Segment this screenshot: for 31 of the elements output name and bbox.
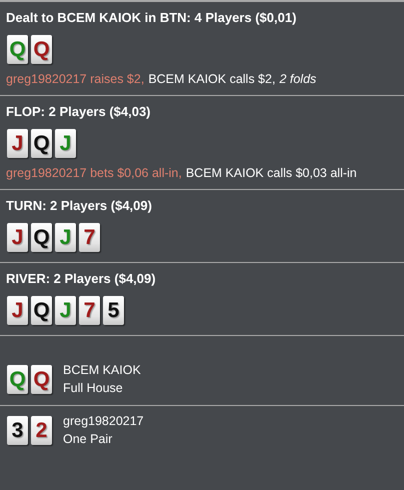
playing-card: 7 [79,296,100,325]
action-text: greg19820217 bets $0,06 all-in, [6,165,182,181]
playing-card: 7 [79,223,100,252]
playing-card: 3 [7,416,28,444]
street-heading: RIVER: 2 Players ($4,09) [6,271,157,287]
playing-card: J [55,296,76,325]
action-text: greg19820217 raises $2, [6,71,144,87]
playing-card: 2 [31,416,52,444]
playing-card: J [7,296,28,325]
player-name: BCEM KAIOK [63,362,141,379]
playing-card: J [7,223,28,252]
street-heading: FLOP: 2 Players ($4,03) [6,104,152,120]
playing-card: Q [7,35,28,64]
street-heading: Dealt to BCEM KAIOK in BTN: 4 Players ($0,01) [6,10,298,26]
hand-name: One Pair [63,431,114,448]
playing-card: 5 [103,296,124,325]
street-heading: TURN: 2 Players ($4,09) [6,198,153,214]
playing-card: J [55,129,76,158]
action-text: 2 folds [279,71,316,87]
playing-card: J [55,223,76,252]
playing-card: J [7,129,28,158]
playing-card: Q [31,296,52,325]
playing-card: Q [31,35,52,64]
playing-card: Q [31,129,52,158]
action-text: BCEM KAIOK calls $0,03 all-in [186,165,357,181]
playing-card: Q [31,223,52,252]
playing-card: Q [7,364,28,394]
hand-name: Full House [63,380,124,397]
player-name: greg19820217 [63,413,144,430]
playing-card: Q [31,364,52,394]
action-text: BCEM KAIOK calls $2, [148,71,276,87]
